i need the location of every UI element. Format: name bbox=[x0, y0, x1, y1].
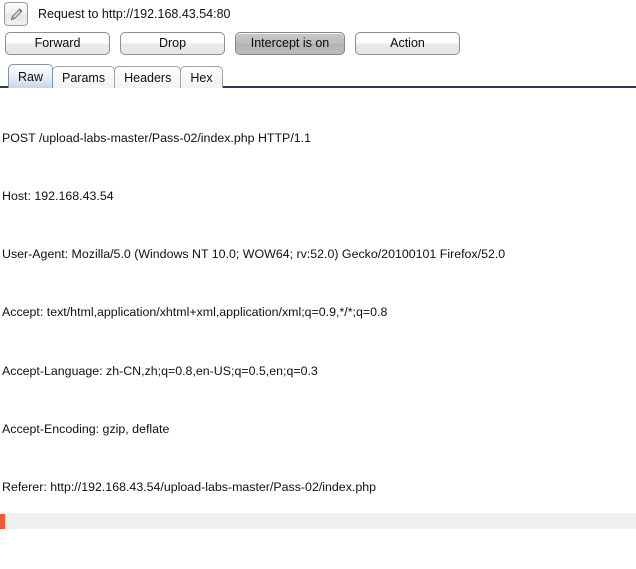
drop-button[interactable]: Drop bbox=[120, 31, 225, 55]
header-user-agent: User-Agent: Mozilla/5.0 (Windows NT 10.0… bbox=[2, 247, 506, 262]
tab-raw[interactable]: Raw bbox=[8, 64, 54, 88]
request-target-label: Request to http://192.168.43.54:80 bbox=[38, 7, 231, 21]
header-referer: Referer: http://192.168.43.54/upload-lab… bbox=[2, 480, 377, 495]
raw-request-text[interactable]: POST /upload-labs-master/Pass-02/index.p… bbox=[0, 88, 636, 529]
header-accept-encoding: Accept-Encoding: gzip, deflate bbox=[2, 421, 170, 436]
horizontal-scrollbar-thumb[interactable] bbox=[0, 514, 5, 529]
tab-params[interactable]: Params bbox=[52, 66, 116, 88]
action-button[interactable]: Action bbox=[355, 31, 460, 55]
raw-request-editor[interactable]: POST /upload-labs-master/Pass-02/index.p… bbox=[0, 88, 636, 529]
tab-hex[interactable]: Hex bbox=[180, 66, 223, 88]
bottom-filler bbox=[0, 529, 636, 541]
header-host: Host: 192.168.43.54 bbox=[2, 189, 114, 204]
forward-button[interactable]: Forward bbox=[5, 31, 110, 55]
intercept-action-bar: Forward Drop Intercept is on Action bbox=[0, 28, 636, 58]
message-view-tabs: Raw Params Headers Hex bbox=[0, 58, 636, 88]
intercept-toggle-button[interactable]: Intercept is on bbox=[235, 31, 345, 55]
header-accept: Accept: text/html,application/xhtml+xml,… bbox=[2, 305, 388, 320]
horizontal-scrollbar[interactable] bbox=[0, 512, 636, 529]
request-line: POST /upload-labs-master/Pass-02/index.p… bbox=[2, 130, 311, 145]
tab-headers[interactable]: Headers bbox=[114, 66, 182, 88]
pencil-edit-icon[interactable] bbox=[4, 2, 28, 26]
header-accept-language: Accept-Language: zh-CN,zh;q=0.8,en-US;q=… bbox=[2, 363, 318, 378]
request-titlebar: Request to http://192.168.43.54:80 bbox=[0, 0, 636, 28]
